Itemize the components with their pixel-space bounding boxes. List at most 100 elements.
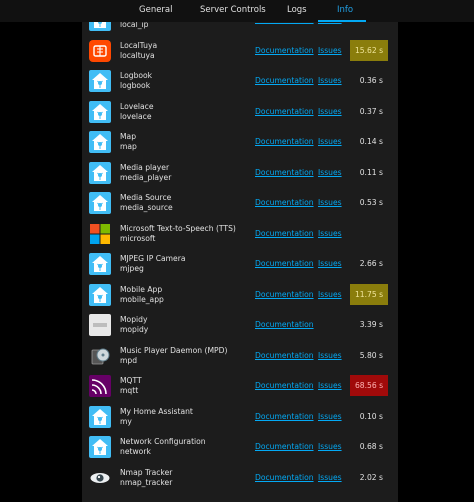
setup-time: 0.53 s — [359, 198, 383, 207]
setup-time: 2.02 s — [359, 472, 383, 482]
home-assistant-icon — [89, 283, 111, 306]
documentation-link[interactable]: Documentation — [255, 76, 314, 86]
tab-info[interactable]: Info — [337, 5, 353, 15]
integration-name: Music Player Daemon (MPD) — [120, 345, 228, 355]
issues-link[interactable]: Issues — [318, 168, 342, 178]
home-assistant-icon — [89, 70, 111, 92]
integration-row: Nmap Tracker nmap_tracker Documentation Iss… — [82, 463, 398, 494]
integration-domain: localtuya — [120, 50, 155, 60]
integration-domain: media_player — [120, 172, 172, 182]
issues-link[interactable]: Issues — [318, 412, 342, 422]
issues-link[interactable]: Issues — [318, 198, 342, 208]
issues-link[interactable]: Issues — [318, 381, 342, 391]
integration-row: Mopidy mopidy Documentation 3.39 s — [82, 310, 398, 341]
documentation-link[interactable]: Documentation — [255, 107, 314, 117]
integration-row: Media player media_player Documentation Iss… — [82, 158, 398, 189]
nmap-icon — [89, 466, 111, 489]
integration-name: MQTT — [120, 376, 142, 385]
documentation-link[interactable]: Documentation — [255, 259, 314, 269]
integration-row: Logbook logbook Documentation Issues 0.36 s — [82, 66, 398, 97]
integration-name: Network Configuration — [120, 437, 206, 446]
integration-name: Logbook — [120, 71, 153, 80]
integration-name: Media Source — [120, 193, 172, 202]
issues-link[interactable]: Issues — [318, 351, 342, 361]
setup-time: 0.11 s — [359, 167, 383, 177]
issues-link[interactable]: Issues — [318, 290, 342, 300]
integration-name: Mopidy — [120, 315, 148, 324]
documentation-link[interactable]: Documentation — [255, 320, 314, 330]
setup-time: 11.75 s — [350, 283, 388, 305]
active-tab-indicator — [318, 20, 366, 22]
documentation-link[interactable]: Documentation — [255, 351, 314, 361]
documentation-link[interactable]: Documentation — [255, 46, 314, 56]
documentation-link[interactable]: Documentation — [255, 168, 314, 178]
home-assistant-icon — [89, 253, 111, 275]
tab-general[interactable]: General — [139, 5, 173, 15]
integration-name: Nmap Tracker — [120, 467, 173, 477]
integration-row: Network Configuration network Documentatio… — [82, 432, 398, 463]
issues-link[interactable]: Issues — [318, 46, 342, 56]
integration-name: Media player — [120, 162, 170, 172]
documentation-link[interactable]: Documentation — [255, 290, 314, 300]
setup-time: 68.56 s — [350, 375, 388, 396]
documentation-link[interactable]: Documentation — [255, 473, 314, 483]
mqtt-icon — [89, 375, 111, 397]
documentation-link[interactable]: Documentation — [255, 412, 314, 422]
documentation-link[interactable]: Documentation — [255, 381, 314, 391]
microsoft-icon — [89, 222, 111, 245]
integration-name: My Home Assistant — [120, 406, 193, 416]
setup-time: 0.68 s — [359, 442, 383, 451]
integration-domain: network — [120, 447, 151, 456]
integration-name: LocalTuya — [120, 40, 158, 50]
documentation-link[interactable]: Documentation — [255, 229, 314, 239]
documentation-link[interactable]: Documentation — [255, 198, 314, 208]
integration-row: LocalTuya localtuya Documentation Issues 15.… — [82, 36, 398, 67]
integration-domain: mpd — [120, 355, 138, 365]
integration-name: Map — [120, 132, 137, 141]
setup-time: 5.80 s — [359, 350, 383, 360]
issues-link[interactable]: Issues — [318, 107, 342, 117]
integration-name: MJPEG IP Camera — [120, 254, 186, 263]
integration-domain: lovelace — [120, 111, 152, 121]
home-assistant-icon — [89, 100, 111, 123]
tuya-icon — [89, 39, 111, 62]
integration-domain: mopidy — [120, 325, 149, 334]
integration-domain: mobile_app — [120, 294, 164, 304]
issues-link[interactable]: Issues — [318, 259, 342, 269]
integration-row: Music Player Daemon (MPD) mpd Documentatio… — [82, 341, 398, 372]
issues-link[interactable]: Issues — [318, 76, 342, 86]
integration-domain: microsoft — [120, 233, 156, 243]
integration-domain: mqtt — [120, 386, 139, 395]
mopidy-icon — [89, 314, 111, 336]
integration-domain: logbook — [120, 81, 151, 90]
integration-row: Media Source media_source Documentation Iss… — [82, 188, 398, 219]
integration-name: Mobile App — [120, 284, 163, 294]
setup-time: 0.14 s — [359, 137, 383, 146]
tab-logs[interactable]: Logs — [287, 5, 307, 15]
setup-time: 2.66 s — [359, 259, 383, 268]
integration-domain: map — [120, 142, 137, 151]
setup-time: 3.39 s — [359, 320, 383, 329]
integration-domain: nmap_tracker — [120, 477, 173, 487]
integration-row: Map map Documentation Issues 0.14 s — [82, 127, 398, 158]
setup-time: 0.37 s — [359, 106, 383, 116]
setup-time: 0.10 s — [359, 411, 383, 421]
home-assistant-icon — [89, 161, 111, 184]
issues-link[interactable]: Issues — [318, 229, 342, 239]
tab-server-controls[interactable]: Server Controls — [200, 5, 266, 15]
integration-row: MJPEG IP Camera mjpeg Documentation Issues 2… — [82, 249, 398, 280]
issues-link[interactable]: Issues — [318, 473, 342, 483]
integration-name: Lovelace — [120, 101, 154, 111]
home-assistant-icon — [89, 192, 111, 214]
documentation-link[interactable]: Documentation — [255, 442, 314, 452]
integration-row: Microsoft Text-to-Speech (TTS) microsoft D… — [82, 219, 398, 250]
issues-link[interactable]: Issues — [318, 442, 342, 452]
documentation-link[interactable]: Documentation — [255, 137, 314, 147]
integration-row: Mobile App mobile_app Documentation Issues 1… — [82, 280, 398, 311]
issues-link[interactable]: Issues — [318, 137, 342, 147]
home-assistant-icon — [89, 405, 111, 428]
integration-name: Microsoft Text-to-Speech (TTS) — [120, 223, 236, 233]
home-assistant-icon — [89, 131, 111, 153]
home-assistant-icon — [89, 436, 111, 458]
integrations-list: Local IP Addresslocal_ipDocumentationIss… — [82, 0, 398, 502]
